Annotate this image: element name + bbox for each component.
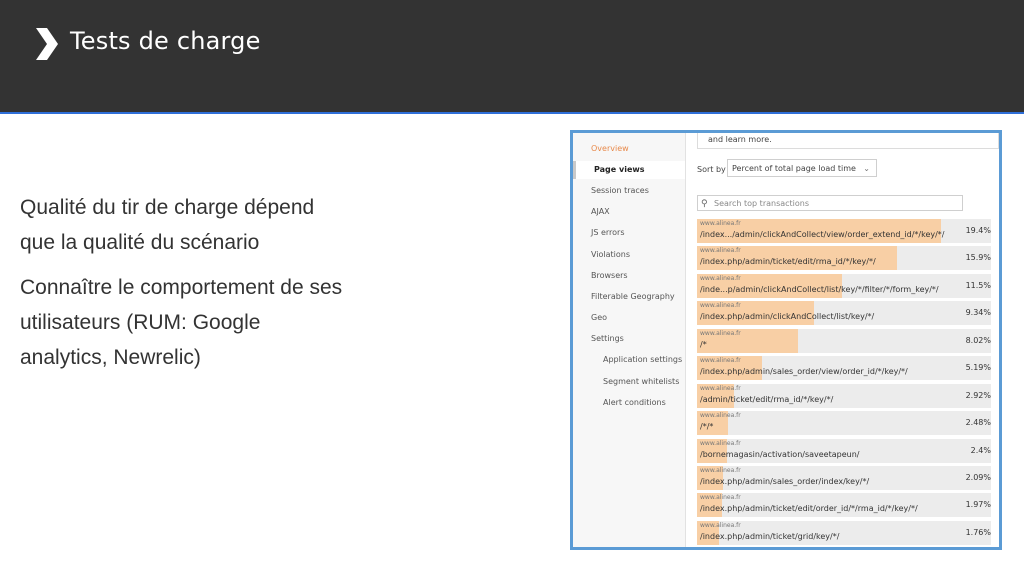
list-item[interactable]: www.alinea.fr/index.php/admin/ticket/gri… bbox=[697, 520, 991, 545]
row-percent: 19.4% bbox=[965, 226, 991, 235]
nav-session-traces[interactable]: Session traces bbox=[591, 186, 649, 195]
list-item[interactable]: www.alinea.fr /* 8.02% bbox=[697, 328, 991, 353]
newrelic-screenshot: Overview Page views Session traces AJAX … bbox=[570, 130, 1002, 550]
nav-violations[interactable]: Violations bbox=[591, 250, 630, 259]
list-item[interactable]: www.alinea.fr/index.php/admin/clickAndCo… bbox=[697, 301, 991, 326]
main-panel: and learn more. Sort by Percent of total… bbox=[697, 133, 999, 547]
row-path: /* bbox=[700, 339, 707, 349]
row-host: www.alinea.fr bbox=[700, 357, 741, 365]
sidebar-nav: Overview Page views Session traces AJAX … bbox=[573, 133, 686, 547]
search-placeholder: Search top transactions bbox=[714, 199, 810, 208]
nav-overview[interactable]: Overview bbox=[591, 144, 629, 153]
list-item[interactable]: www.alinea.fr/bornemagasin/activation/sa… bbox=[697, 438, 991, 463]
banner-text: and learn more. bbox=[708, 135, 772, 144]
nav-ajax[interactable]: AJAX bbox=[591, 207, 610, 216]
search-input[interactable]: ⚲ Search top transactions bbox=[697, 195, 963, 211]
row-percent: 8.02% bbox=[965, 335, 991, 345]
sort-label: Sort by bbox=[697, 165, 726, 174]
list-item[interactable]: www.alinea.fr/index.php/admin/sales_orde… bbox=[697, 465, 991, 490]
list-item[interactable]: www.alinea.fr/index.../admin/clickAndCol… bbox=[697, 219, 991, 243]
row-percent: 15.9% bbox=[965, 253, 991, 263]
nav-js-errors[interactable]: JS errors bbox=[591, 228, 625, 237]
row-percent: 2.09% bbox=[965, 472, 991, 482]
list-item[interactable]: www.alinea.fr /*/* 2.48% bbox=[697, 411, 991, 436]
sort-select[interactable]: Percent of total page load time ⌄ bbox=[727, 159, 877, 177]
row-percent: 2.92% bbox=[965, 390, 991, 400]
chevron-down-icon: ⌄ bbox=[863, 164, 870, 173]
nav-browsers[interactable]: Browsers bbox=[591, 271, 628, 280]
list-item[interactable]: www.alinea.fr/index.php/admin/sales_orde… bbox=[697, 356, 991, 381]
row-path: /index.php/admin/ticket/grid/key/*/ bbox=[700, 531, 840, 541]
row-host: www.alinea.fr bbox=[700, 521, 741, 529]
nav-settings[interactable]: Settings bbox=[591, 334, 624, 343]
row-host: www.alinea.fr bbox=[700, 384, 741, 392]
row-percent: 2.4% bbox=[970, 445, 991, 455]
row-percent: 9.34% bbox=[965, 308, 991, 318]
row-path: /index.php/admin/ticket/edit/order_id/*/… bbox=[700, 504, 918, 514]
slide-header: Tests de charge bbox=[0, 0, 1024, 114]
row-path: /index.php/admin/ticket/edit/rma_id/*/ke… bbox=[700, 257, 876, 267]
list-item[interactable]: www.alinea.fr/inde...p/admin/clickAndCol… bbox=[697, 273, 991, 298]
row-path: /index.php/admin/sales_order/view/order_… bbox=[700, 367, 908, 377]
slide-title: Tests de charge bbox=[70, 27, 261, 55]
row-path: /*/* bbox=[700, 422, 714, 432]
row-path: /inde...p/admin/clickAndCollect/list/key… bbox=[700, 284, 939, 294]
nav-filterable-geography[interactable]: Filterable Geography bbox=[591, 292, 675, 301]
row-percent: 11.5% bbox=[965, 280, 991, 290]
info-banner: and learn more. bbox=[697, 133, 999, 149]
row-path: /index.php/admin/sales_order/index/key/*… bbox=[700, 476, 870, 486]
bullet-item: Qualité du tir de charge dépend que la q… bbox=[20, 196, 315, 254]
row-host: www.alinea.fr bbox=[700, 439, 741, 447]
list-item[interactable]: www.alinea.fr/admin/ticket/edit/rma_id/*… bbox=[697, 383, 991, 408]
row-percent: 5.19% bbox=[965, 363, 991, 373]
row-host: www.alinea.fr bbox=[700, 274, 741, 282]
row-host: www.alinea.fr bbox=[700, 466, 741, 474]
nav-page-views[interactable]: Page views bbox=[573, 161, 685, 179]
list-item[interactable]: www.alinea.fr/index.php/admin/ticket/edi… bbox=[697, 246, 991, 271]
row-host: www.alinea.fr bbox=[700, 329, 741, 337]
row-path: /index.../admin/clickAndCollect/view/ord… bbox=[700, 230, 945, 239]
nav-alert-conditions[interactable]: Alert conditions bbox=[603, 398, 666, 407]
row-host: www.alinea.fr bbox=[700, 247, 741, 255]
row-percent: 1.76% bbox=[965, 527, 991, 537]
row-host: www.alinea.fr bbox=[700, 302, 741, 310]
row-percent: 2.48% bbox=[965, 418, 991, 428]
nav-application-settings[interactable]: Application settings bbox=[603, 355, 682, 364]
bullet-list: Qualité du tir de charge dépend que la q… bbox=[20, 190, 350, 385]
nav-geo[interactable]: Geo bbox=[591, 313, 607, 322]
sort-value: Percent of total page load time bbox=[732, 164, 856, 173]
transactions-list: www.alinea.fr/index.../admin/clickAndCol… bbox=[697, 219, 991, 547]
row-host: www.alinea.fr bbox=[700, 220, 741, 227]
row-path: /index.php/admin/clickAndCollect/list/ke… bbox=[700, 312, 875, 322]
row-path: /bornemagasin/activation/saveetapeun/ bbox=[700, 449, 860, 459]
row-host: www.alinea.fr bbox=[700, 494, 741, 502]
search-icon: ⚲ bbox=[701, 199, 708, 209]
row-percent: 1.97% bbox=[965, 500, 991, 510]
list-item[interactable]: www.alinea.fr/index.php/admin/ticket/edi… bbox=[697, 493, 991, 518]
row-path: /admin/ticket/edit/rma_id/*/key/*/ bbox=[700, 394, 834, 404]
bullet-item: Connaître le comportement de ses utilisa… bbox=[20, 276, 343, 369]
chevron-right-icon bbox=[36, 28, 58, 60]
nav-segment-whitelists[interactable]: Segment whitelists bbox=[603, 377, 679, 386]
row-host: www.alinea.fr bbox=[700, 412, 741, 420]
